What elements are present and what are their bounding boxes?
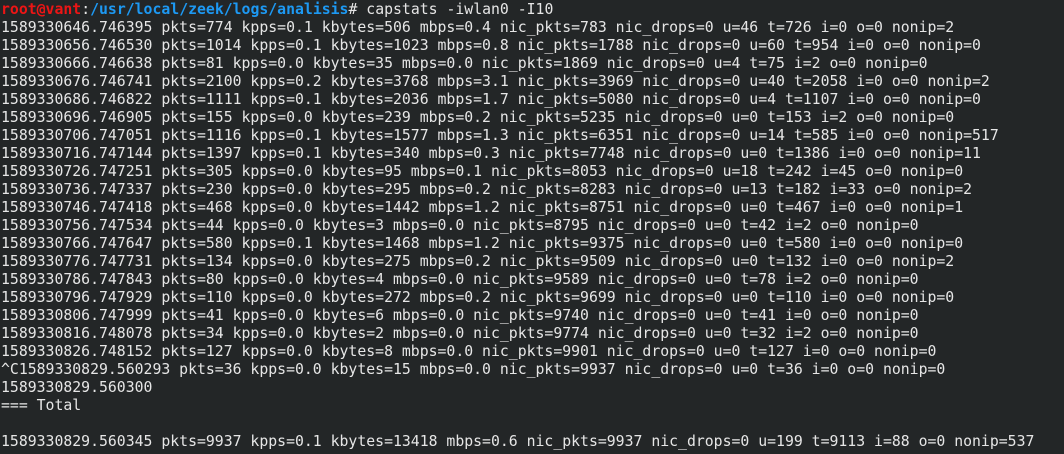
output-line: 1589330646.746395 pkts=774 kpps=0.1 kbyt… <box>1 19 955 36</box>
output-line: 1589330706.747051 pkts=1116 kpps=0.1 kby… <box>1 127 999 144</box>
command-text: capstats -iwlan0 -I10 <box>357 1 554 18</box>
output-line: 1589330746.747418 pkts=468 kpps=0.0 kbyt… <box>1 199 964 216</box>
output-line: 1589330816.748078 pkts=34 kpps=0.0 kbyte… <box>1 325 919 342</box>
output-line: 1589330716.747144 pkts=1397 kpps=0.1 kby… <box>1 145 981 162</box>
output-line: 1589330726.747251 pkts=305 kpps=0.0 kbyt… <box>1 163 964 180</box>
output-line: 1589330696.746905 pkts=155 kpps=0.0 kbyt… <box>1 109 955 126</box>
output-line: ^C1589330829.560293 pkts=36 kpps=0.0 kby… <box>1 361 946 378</box>
output-line: 1589330736.747337 pkts=230 kpps=0.0 kbyt… <box>1 181 973 198</box>
output-line: 1589330786.747843 pkts=80 kpps=0.0 kbyte… <box>1 271 919 288</box>
output-line: 1589330656.746530 pkts=1014 kpps=0.1 kby… <box>1 37 981 54</box>
prompt-line: root@vant:/usr/local/zeek/logs/analisis#… <box>1 1 1064 19</box>
output-line: 1589330796.747929 pkts=110 kpps=0.0 kbyt… <box>1 289 955 306</box>
output-line: 1589330826.748152 pkts=127 kpps=0.0 kbyt… <box>1 343 937 360</box>
output-line: 1589330676.746741 pkts=2100 kpps=0.2 kby… <box>1 73 990 90</box>
output-line: 1589330666.746638 pkts=81 kpps=0.0 kbyte… <box>1 55 928 72</box>
output-line: 1589330776.747731 pkts=134 kpps=0.0 kbyt… <box>1 253 955 270</box>
total-header: === Total <box>1 397 82 414</box>
output-line: 1589330829.560300 <box>1 379 153 396</box>
output-line: 1589330686.746822 pkts=1111 kpps=0.1 kby… <box>1 91 981 108</box>
prompt-cwd: /usr/local/zeek/logs/analisis <box>90 1 349 18</box>
prompt-user-host: root@vant <box>1 1 82 18</box>
output-line: 1589330756.747534 pkts=44 kpps=0.0 kbyte… <box>1 217 919 234</box>
terminal[interactable]: root@vant:/usr/local/zeek/logs/analisis#… <box>0 0 1064 451</box>
output-line: 1589330806.747999 pkts=41 kpps=0.0 kbyte… <box>1 307 919 324</box>
prompt-separator: : <box>81 1 91 18</box>
total-line: 1589330829.560345 pkts=9937 kpps=0.1 kby… <box>1 433 1035 450</box>
output-line: 1589330766.747647 pkts=580 kpps=0.1 kbyt… <box>1 235 964 252</box>
